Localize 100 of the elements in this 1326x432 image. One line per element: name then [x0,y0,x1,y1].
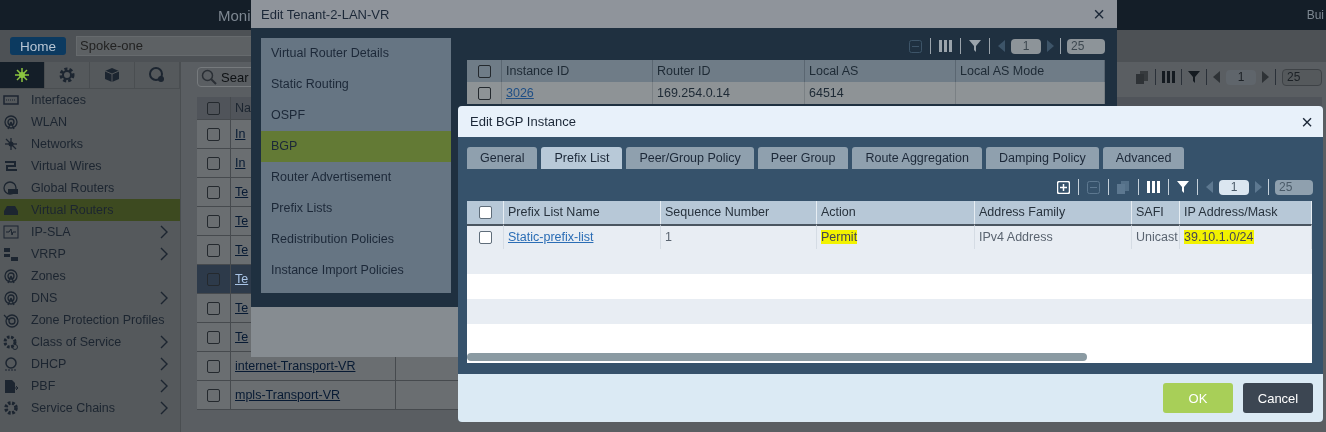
remove-icon[interactable] [1087,180,1100,194]
sidebar-item[interactable]: Zone Protection Profiles [0,309,180,331]
checkbox[interactable] [207,156,220,170]
page-number-field[interactable]: 1 [1226,69,1256,85]
remove-icon[interactable] [909,39,922,53]
instance-link[interactable]: 3026 [506,86,534,100]
nav-item[interactable]: Router Advertisement [261,162,451,193]
table-cell: 169.254.0.14 [657,86,730,100]
checkbox[interactable] [478,206,492,219]
checkbox[interactable] [207,388,220,402]
page-number-field[interactable]: 1 [1011,38,1041,54]
checkbox[interactable] [207,272,220,286]
column-header[interactable]: Router ID [653,60,805,82]
name-link[interactable]: mpls-Transport-VR [235,388,341,402]
sidebar-item[interactable]: VRRP [0,243,180,265]
name-link[interactable]: Te [235,301,249,315]
tab[interactable]: Damping Policy [986,147,1099,169]
port-icon [3,92,19,108]
nav-item[interactable]: BGP [261,131,451,162]
checkbox[interactable] [207,214,220,228]
page-size-field[interactable]: 25 [1067,38,1105,54]
name-link[interactable]: Te [235,272,249,286]
checkbox[interactable] [207,101,220,115]
sidebar-item[interactable]: Service Chains [0,397,180,419]
add-icon[interactable] [1057,180,1070,194]
sidebar-item[interactable]: IP-SLA [0,221,180,243]
name-link[interactable]: Te [235,330,249,344]
sidebar-item[interactable]: Zones [0,265,180,287]
columns-icon[interactable] [939,40,952,52]
name-link[interactable]: Te [235,185,249,199]
home-button[interactable]: Home [10,37,66,55]
filter-icon[interactable] [969,40,981,52]
checkbox[interactable] [207,330,220,344]
name-link[interactable]: In [235,127,246,141]
previous-icon[interactable] [1206,181,1213,193]
close-button[interactable]: × [1299,112,1315,131]
tab[interactable]: Peer Group [757,147,849,169]
page-number-field[interactable]: 1 [1219,179,1249,195]
close-button[interactable]: × [1091,5,1107,23]
nav-item[interactable]: Redistribution Policies [261,224,451,255]
page-size-field[interactable]: 25 [1282,68,1322,86]
next-icon[interactable] [1255,181,1262,193]
sidebar-item[interactable]: Interfaces [0,89,180,111]
tab[interactable]: Route Aggregation [852,147,982,169]
copy-icon[interactable] [1117,180,1130,194]
table-cell: 39.10.1.0/24 [1184,230,1254,244]
scrollbar-thumb[interactable] [467,353,1087,361]
sidebar-item[interactable]: DHCP [0,353,180,375]
table-cell: Unicast [1136,230,1178,244]
name-link[interactable]: In [235,156,246,170]
copy-icon[interactable] [1136,70,1149,84]
sidebar-item[interactable]: Global Routers [0,177,180,199]
tab[interactable]: General [467,147,538,169]
checkbox[interactable] [207,359,220,373]
sidebar-item[interactable]: Networks [0,133,180,155]
name-link[interactable]: Te [235,243,249,257]
dialog-title: Edit BGP Instance [470,114,576,129]
checkbox[interactable] [207,301,220,315]
checkbox[interactable] [478,231,492,244]
nav-item[interactable]: OSPF [261,100,451,131]
columns-icon[interactable] [1147,181,1160,193]
column-header[interactable]: Local AS [805,60,956,82]
column-header[interactable]: Prefix List Name [504,201,661,224]
tab[interactable]: Peer/Group Policy [626,147,754,169]
checkbox[interactable] [207,185,220,199]
nav-item[interactable]: Static Routing [261,69,451,100]
column-header[interactable]: Sequence Number [661,201,817,224]
column-header[interactable]: Action [817,201,975,224]
filter-icon[interactable] [1177,181,1189,193]
column-header[interactable]: Address Family [975,201,1132,224]
checkbox[interactable] [207,243,220,257]
nav-item[interactable]: Instance Import Policies [261,255,451,286]
previous-icon[interactable] [998,40,1005,52]
next-icon[interactable] [1262,71,1269,83]
previous-icon[interactable] [1213,71,1220,83]
checkbox[interactable] [207,127,220,141]
menu-tab[interactable]: Bui [1306,8,1324,22]
tab[interactable]: Advanced [1102,147,1185,169]
sidebar-item[interactable]: DNS [0,287,180,309]
tab[interactable]: Prefix List [541,147,623,169]
menu-tab[interactable]: Moni [218,6,251,24]
column-header[interactable]: IP Address/Mask [1180,201,1312,224]
next-icon[interactable] [1047,40,1054,52]
checkbox[interactable] [477,64,491,78]
sidebar-item[interactable]: Class of Service [0,331,180,353]
network-icon [3,136,19,152]
cancel-button[interactable]: Cancel [1243,383,1313,413]
sidebar-item[interactable]: PBF [0,375,180,397]
column-header[interactable]: SAFI [1132,201,1180,224]
name-link[interactable]: internet-Transport-VR [235,359,356,373]
column-header[interactable]: Local AS Mode [956,60,1105,82]
page-size-field[interactable]: 25 [1275,179,1313,195]
column-header[interactable]: Instance ID [502,60,653,82]
sidebar-item[interactable]: Virtual Wires [0,155,180,177]
ok-button[interactable]: OK [1163,383,1233,413]
nav-item[interactable]: Prefix Lists [261,193,451,224]
name-link[interactable]: Te [235,214,249,228]
checkbox[interactable] [477,86,491,100]
sidebar-item[interactable]: WLAN [0,111,180,133]
sidebar-tab[interactable] [0,62,45,88]
